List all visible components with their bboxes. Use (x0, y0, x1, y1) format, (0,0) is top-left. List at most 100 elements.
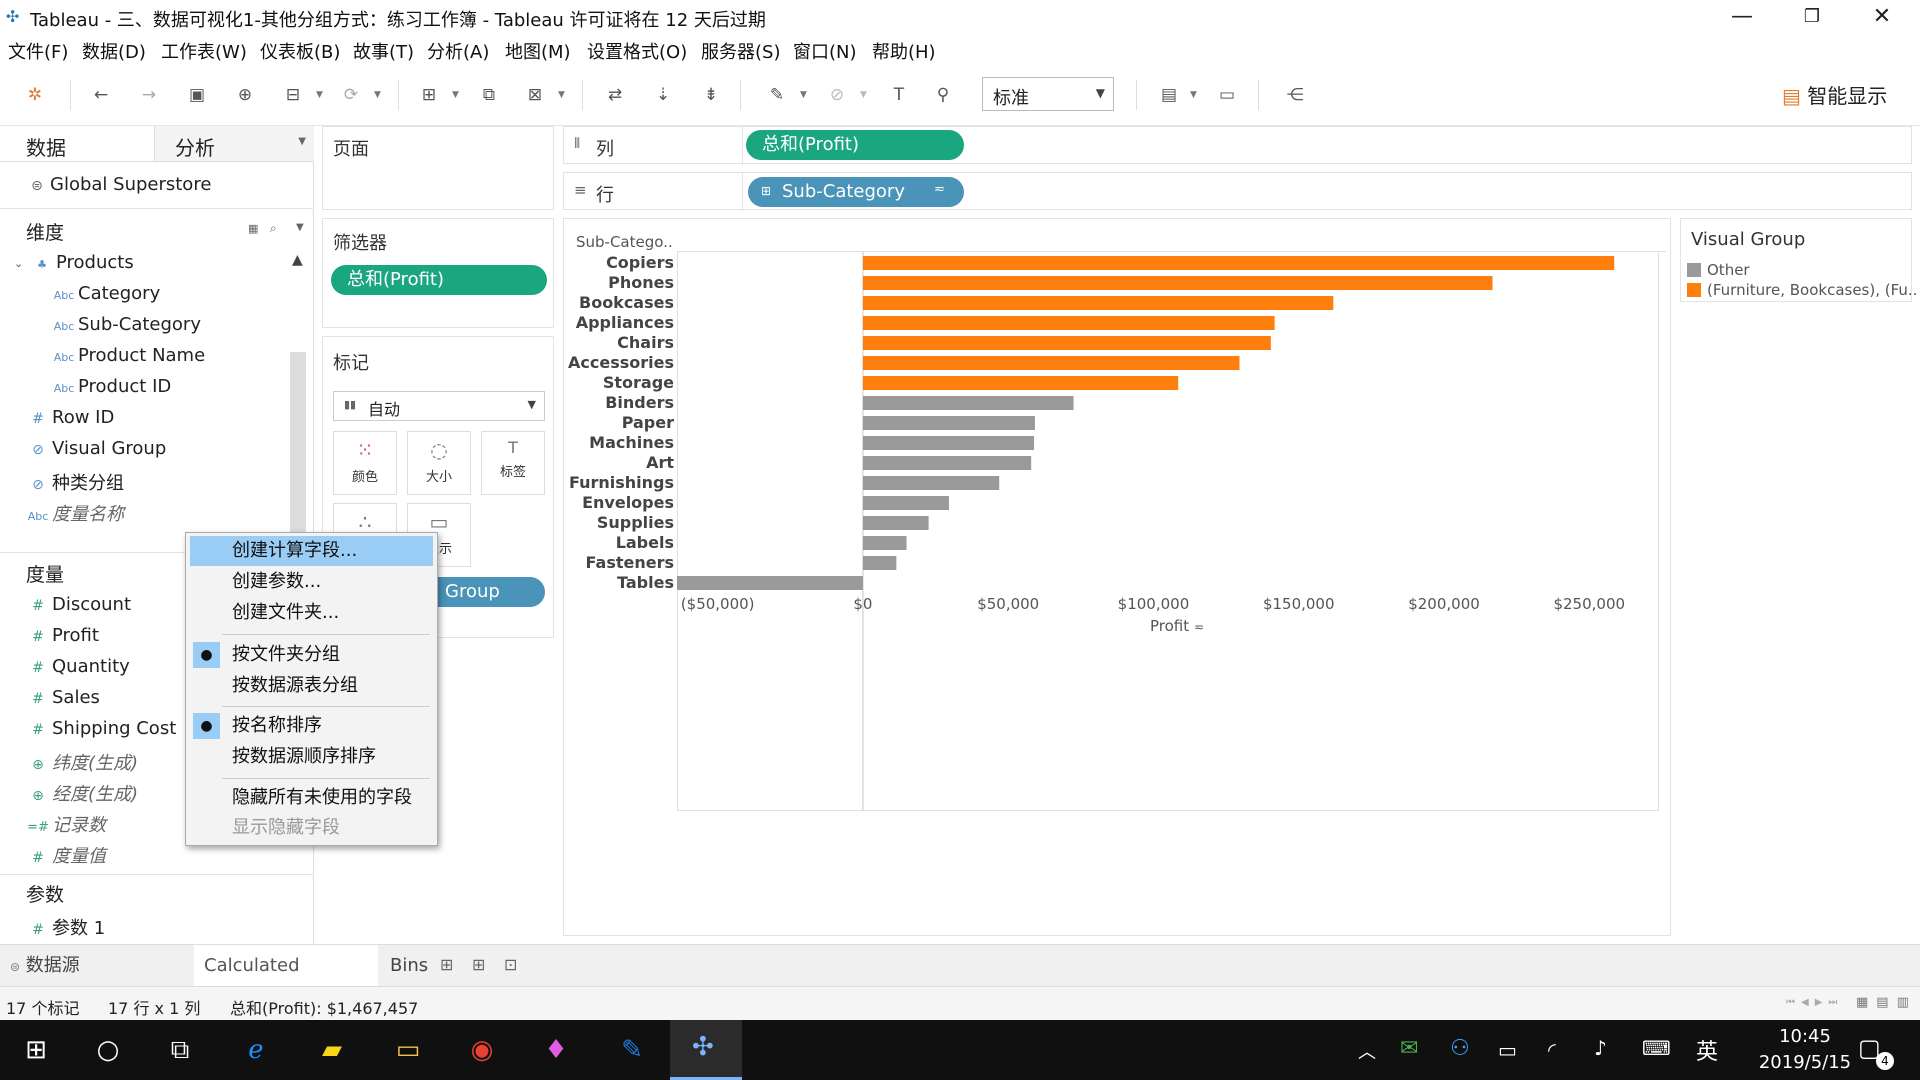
menu-worksheet[interactable]: 工作表(W) (161, 38, 247, 64)
sort-descending-icon[interactable]: ⇟ (698, 82, 724, 108)
param-1[interactable]: # 参数 1 (24, 914, 105, 944)
cortana-search-icon[interactable]: ○ (86, 1030, 130, 1070)
undo-icon[interactable]: ← (88, 82, 114, 108)
chevron-down-icon[interactable]: ▼ (1190, 82, 1200, 108)
new-worksheet-icon[interactable]: ⊞ (440, 955, 453, 974)
color-button[interactable]: ⁙ 颜色 (333, 431, 397, 495)
tab-calculated-groups[interactable]: Calculated Groups (194, 945, 378, 1018)
new-story-icon[interactable]: ⊡ (504, 955, 517, 974)
category-label-art[interactable]: Art (564, 453, 674, 473)
tab-bins[interactable]: Bins (380, 945, 438, 987)
field-sales[interactable]: # Sales (24, 687, 100, 717)
chevron-down-icon[interactable]: ▼ (374, 82, 384, 108)
new-worksheet-icon[interactable]: ⊞ (416, 82, 442, 108)
bar-envelopes[interactable] (862, 496, 949, 510)
pause-updates-icon[interactable]: ⊟ (280, 82, 306, 108)
wechat-icon[interactable]: ✉ (1400, 1036, 1418, 1061)
field-profit[interactable]: # Profit (24, 625, 99, 655)
chevron-down-icon[interactable]: ▼ (860, 82, 870, 108)
pages-shelf[interactable]: 页面 (322, 126, 554, 210)
category-label-machines[interactable]: Machines (564, 433, 674, 453)
menu-map[interactable]: 地图(M) (505, 38, 571, 64)
tab-datasource[interactable]: ⊜ 数据源 (0, 945, 194, 987)
filter-pill-profit[interactable]: 总和(Profit) (331, 265, 547, 295)
menu-item-group-by-folder[interactable]: ● 按文件夹分组 (190, 640, 433, 670)
view-mode-icons[interactable]: ▦▤▥ (1856, 995, 1917, 1010)
menu-item-sort-by-name[interactable]: ● 按名称排序 (190, 711, 433, 741)
menu-help[interactable]: 帮助(H) (872, 38, 936, 64)
ime-indicator[interactable]: 英 (1696, 1034, 1718, 1066)
show-me-button[interactable]: ▤ 智能显示 (1782, 80, 1887, 109)
wifi-icon[interactable]: ◜ (1548, 1038, 1556, 1062)
legend-swatch-highlight[interactable] (1687, 283, 1701, 297)
share-icon[interactable]: ⋲ (1282, 82, 1308, 108)
legend-item-other[interactable]: Other (1707, 261, 1750, 279)
new-dashboard-icon[interactable]: ⊞ (472, 955, 485, 974)
menu-item-create-parameter[interactable]: 创建参数... (190, 567, 433, 597)
menu-file[interactable]: 文件(F) (8, 38, 68, 64)
field-shipping-cost[interactable]: # Shipping Cost (24, 718, 176, 748)
field-category[interactable]: Abc Category (50, 283, 161, 313)
clock-time[interactable]: 10:45 (1760, 1026, 1850, 1047)
bar-chairs[interactable] (862, 336, 1271, 350)
field-measure-names[interactable]: Abc 度量名称 (24, 500, 124, 530)
field-record-count[interactable]: =# 记录数 (24, 811, 106, 841)
duplicate-sheet-icon[interactable]: ⧉ (476, 82, 502, 108)
category-label-storage[interactable]: Storage (564, 373, 674, 393)
clock-date[interactable]: 2019/5/15 (1740, 1052, 1870, 1073)
category-label-supplies[interactable]: Supplies (564, 513, 674, 533)
menu-story[interactable]: 故事(T) (353, 38, 414, 64)
bar-plot[interactable] (677, 251, 1659, 811)
chevron-down-icon[interactable]: ⌄ (14, 257, 23, 270)
category-label-accessories[interactable]: Accessories (564, 353, 674, 373)
bar-storage[interactable] (862, 376, 1179, 390)
rows-shelf[interactable]: ≡ 行 Sub-Category ⊞ ≂ (563, 172, 1912, 211)
category-label-appliances[interactable]: Appliances (564, 313, 674, 333)
tab-analysis[interactable]: 分析 ▼ (154, 126, 314, 162)
bar-phones[interactable] (862, 276, 1493, 290)
field-products[interactable]: ♣ Products (28, 252, 134, 282)
menu-dashboard[interactable]: 仪表板(B) (260, 38, 340, 64)
show-labels-icon[interactable]: T (886, 82, 912, 108)
label-button[interactable]: T 标签 (481, 431, 545, 495)
chevron-down-icon[interactable]: ▼ (800, 82, 810, 108)
category-label-tables[interactable]: Tables (564, 573, 674, 593)
sticky-notes-icon[interactable]: ▰ (310, 1030, 354, 1070)
close-button[interactable]: ✕ (1852, 0, 1912, 34)
chevron-up-icon[interactable]: ︿ (1358, 1038, 1376, 1064)
bar-appliances[interactable] (862, 316, 1275, 330)
bar-bookcases[interactable] (862, 296, 1334, 310)
category-label-furnishings[interactable]: Furnishings (564, 473, 674, 493)
task-view-icon[interactable]: ⧉ (158, 1030, 202, 1070)
minimize-button[interactable]: — (1712, 0, 1772, 34)
sort-icon[interactable]: ≂ (934, 182, 945, 197)
field-longitude[interactable]: ⊕ 经度(生成) (24, 780, 138, 810)
list-view-icon[interactable]: ▦ (248, 222, 258, 235)
category-label-binders[interactable]: Binders (564, 393, 674, 413)
save-icon[interactable]: ▣ (184, 82, 210, 108)
expand-icon[interactable]: ⊞ (761, 184, 771, 198)
group-members-icon[interactable]: ⊘ (824, 82, 850, 108)
bar-art[interactable] (862, 456, 1032, 470)
field-measure-values[interactable]: # 度量值 (24, 842, 106, 872)
datasource-item[interactable]: ⊜ Global Superstore (24, 174, 211, 204)
chrome-icon[interactable]: ◉ (460, 1030, 504, 1070)
menu-item-group-by-table[interactable]: 按数据源表分组 (190, 671, 433, 701)
bar-labels[interactable] (862, 536, 907, 550)
menu-format[interactable]: 设置格式(O) (587, 38, 687, 64)
category-label-chairs[interactable]: Chairs (564, 333, 674, 353)
file-explorer-icon[interactable]: ▭ (386, 1030, 430, 1070)
fit-select[interactable]: 标准 ▼ (982, 77, 1114, 111)
battery-icon[interactable]: ▭ (1498, 1038, 1517, 1062)
menu-data[interactable]: 数据(D) (82, 38, 146, 64)
mark-type-select[interactable]: ▮▮ 自动 ▼ (333, 391, 545, 421)
scroll-up-icon[interactable]: ▲ (292, 252, 303, 268)
pin-axes-icon[interactable]: ⚲ (930, 82, 956, 108)
tab-navigation-icons[interactable]: ⏮◀▶⏭ (1786, 997, 1843, 1008)
bar-supplies[interactable] (862, 516, 929, 530)
keyboard-icon[interactable]: ⌨ (1642, 1036, 1671, 1060)
tableau-taskbar-button[interactable]: ✣ (670, 1020, 742, 1080)
field-visual-group[interactable]: ⊘ Visual Group (24, 438, 166, 468)
field-discount[interactable]: # Discount (24, 594, 131, 624)
bar-paper[interactable] (862, 416, 1035, 430)
